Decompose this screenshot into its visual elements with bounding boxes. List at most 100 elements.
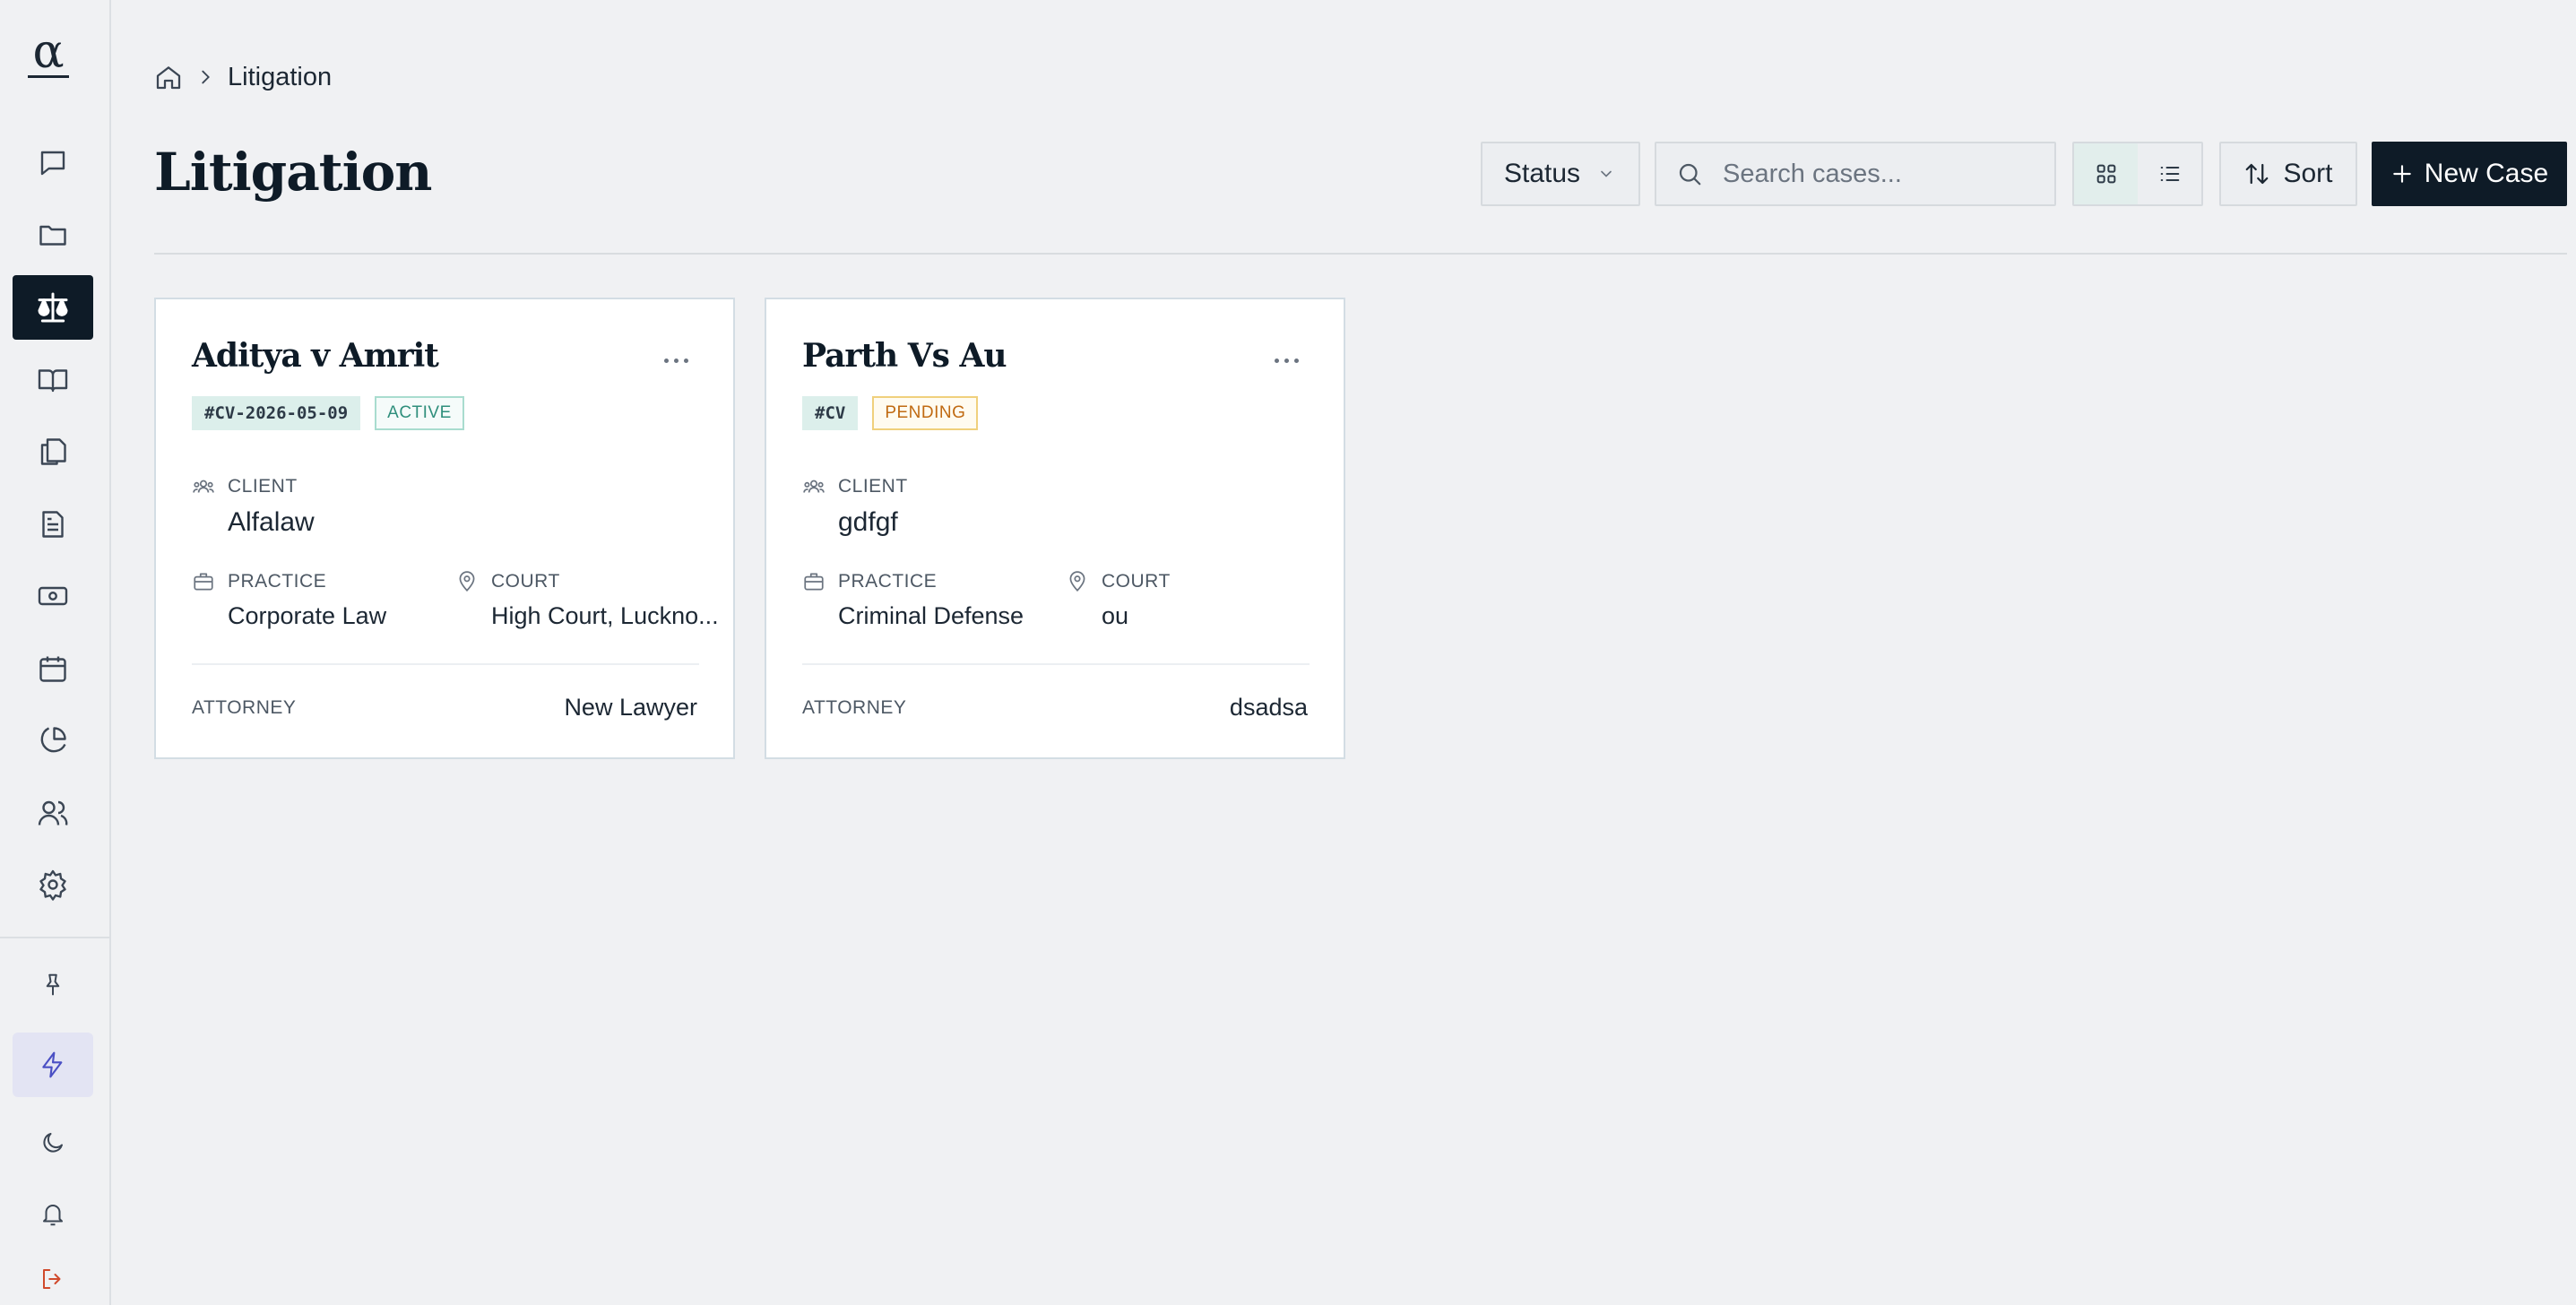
sidebar-item-analytics[interactable] bbox=[13, 708, 93, 773]
file-text-icon bbox=[37, 508, 69, 540]
sidebar-item-settings[interactable] bbox=[13, 852, 93, 917]
gear-icon bbox=[37, 869, 69, 901]
dot-icon bbox=[1275, 359, 1279, 363]
header-divider bbox=[154, 253, 2567, 255]
new-case-button[interactable]: New Case bbox=[2372, 142, 2567, 206]
sidebar-divider bbox=[0, 937, 111, 938]
client-label: CLIENT bbox=[228, 476, 298, 497]
sidebar-item-drafts[interactable] bbox=[13, 492, 93, 557]
notifications-button[interactable] bbox=[13, 1182, 93, 1247]
breadcrumb-current: Litigation bbox=[228, 62, 333, 91]
sidebar-item-calendar[interactable] bbox=[13, 636, 93, 701]
court-field: COURT ou bbox=[1066, 570, 1171, 630]
pie-chart-icon bbox=[37, 724, 69, 756]
practice-value: Criminal Defense bbox=[838, 602, 1024, 629]
folder-icon bbox=[37, 219, 69, 251]
dot-icon bbox=[1284, 359, 1289, 363]
scale-icon bbox=[35, 290, 71, 325]
sort-arrows-icon bbox=[2243, 160, 2270, 187]
briefcase-icon bbox=[802, 570, 826, 593]
card-divider bbox=[802, 663, 1310, 665]
quick-actions-button[interactable] bbox=[13, 1033, 93, 1097]
practice-field: PRACTICE Corporate Law bbox=[192, 570, 386, 630]
home-icon[interactable] bbox=[154, 63, 183, 91]
court-value: High Court, Luckno... bbox=[491, 602, 719, 629]
calendar-icon bbox=[37, 652, 69, 685]
sidebar-item-messages[interactable] bbox=[13, 131, 93, 195]
grid-icon bbox=[2094, 161, 2119, 186]
practice-field: PRACTICE Criminal Defense bbox=[802, 570, 1024, 630]
search-field bbox=[1655, 142, 2056, 206]
more-options-button[interactable] bbox=[661, 355, 692, 367]
users-icon bbox=[192, 475, 215, 498]
pin-icon bbox=[39, 972, 66, 998]
theme-toggle-button[interactable] bbox=[13, 1111, 93, 1175]
sort-button[interactable]: Sort bbox=[2219, 142, 2357, 206]
message-icon bbox=[37, 147, 69, 179]
sidebar: α bbox=[0, 0, 111, 1305]
map-pin-icon bbox=[1066, 570, 1089, 593]
case-id-badge: #CV bbox=[802, 396, 859, 430]
dot-icon bbox=[664, 359, 669, 363]
logo-underline bbox=[28, 74, 69, 78]
chevron-right-icon bbox=[195, 67, 215, 87]
search-icon bbox=[1676, 160, 1703, 187]
cash-icon bbox=[37, 580, 69, 612]
sidebar-item-library[interactable] bbox=[13, 348, 93, 412]
dot-icon bbox=[1294, 359, 1299, 363]
grid-view-button[interactable] bbox=[2074, 143, 2138, 204]
breadcrumb: Litigation bbox=[154, 57, 332, 97]
practice-label: PRACTICE bbox=[228, 571, 327, 592]
status-badge: ACTIVE bbox=[375, 396, 464, 430]
status-filter-label: Status bbox=[1504, 159, 1581, 188]
card-divider bbox=[192, 663, 699, 665]
app-logo[interactable]: α bbox=[23, 29, 73, 79]
map-pin-icon bbox=[455, 570, 479, 593]
court-label: COURT bbox=[1102, 571, 1171, 592]
lightning-icon bbox=[39, 1050, 67, 1079]
case-card[interactable]: Parth Vs Au #CV PENDING CLIENT gdfgf PRA… bbox=[765, 298, 1345, 759]
plus-icon bbox=[2390, 162, 2414, 186]
sidebar-item-documents[interactable] bbox=[13, 419, 93, 484]
sidebar-item-files[interactable] bbox=[13, 203, 93, 267]
client-value: Alfalaw bbox=[228, 507, 315, 537]
documents-icon bbox=[37, 436, 69, 468]
sidebar-item-litigation[interactable] bbox=[13, 275, 93, 340]
list-icon bbox=[2157, 161, 2183, 186]
users-icon bbox=[37, 797, 69, 829]
dot-icon bbox=[674, 359, 679, 363]
practice-value: Corporate Law bbox=[228, 602, 387, 629]
case-card[interactable]: Aditya v Amrit #CV-2026-05-09 ACTIVE CLI… bbox=[154, 298, 735, 759]
case-tags: #CV PENDING bbox=[802, 396, 979, 430]
client-field: CLIENT Alfalaw bbox=[192, 475, 315, 538]
logo-glyph: α bbox=[32, 24, 65, 79]
pin-button[interactable] bbox=[13, 953, 93, 1017]
attorney-label: ATTORNEY bbox=[802, 697, 907, 718]
status-badge: PENDING bbox=[872, 396, 979, 430]
moon-icon bbox=[39, 1129, 66, 1156]
search-input[interactable] bbox=[1723, 159, 2045, 189]
client-label: CLIENT bbox=[838, 476, 908, 497]
case-id-badge: #CV-2026-05-09 bbox=[192, 396, 361, 430]
case-title: Parth Vs Au bbox=[802, 337, 1007, 375]
book-icon bbox=[37, 364, 69, 396]
client-value: gdfgf bbox=[838, 507, 898, 537]
attorney-label: ATTORNEY bbox=[192, 697, 297, 718]
list-view-button[interactable] bbox=[2138, 143, 2201, 204]
briefcase-icon bbox=[192, 570, 215, 593]
bell-icon bbox=[39, 1201, 66, 1228]
status-filter-select[interactable]: Status bbox=[1481, 142, 1640, 206]
new-case-label: New Case bbox=[2424, 159, 2549, 188]
sidebar-item-team[interactable] bbox=[13, 781, 93, 845]
more-options-button[interactable] bbox=[1271, 355, 1302, 367]
users-icon bbox=[802, 475, 826, 498]
dot-icon bbox=[684, 359, 688, 363]
page-title: Litigation bbox=[154, 142, 432, 203]
court-value: ou bbox=[1102, 602, 1129, 629]
sidebar-item-billing[interactable] bbox=[13, 564, 93, 628]
attorney-value: dsadsa bbox=[1229, 694, 1308, 721]
sort-label: Sort bbox=[2283, 159, 2333, 188]
case-tags: #CV-2026-05-09 ACTIVE bbox=[192, 396, 464, 430]
practice-label: PRACTICE bbox=[838, 571, 938, 592]
logout-button[interactable] bbox=[13, 1254, 93, 1304]
